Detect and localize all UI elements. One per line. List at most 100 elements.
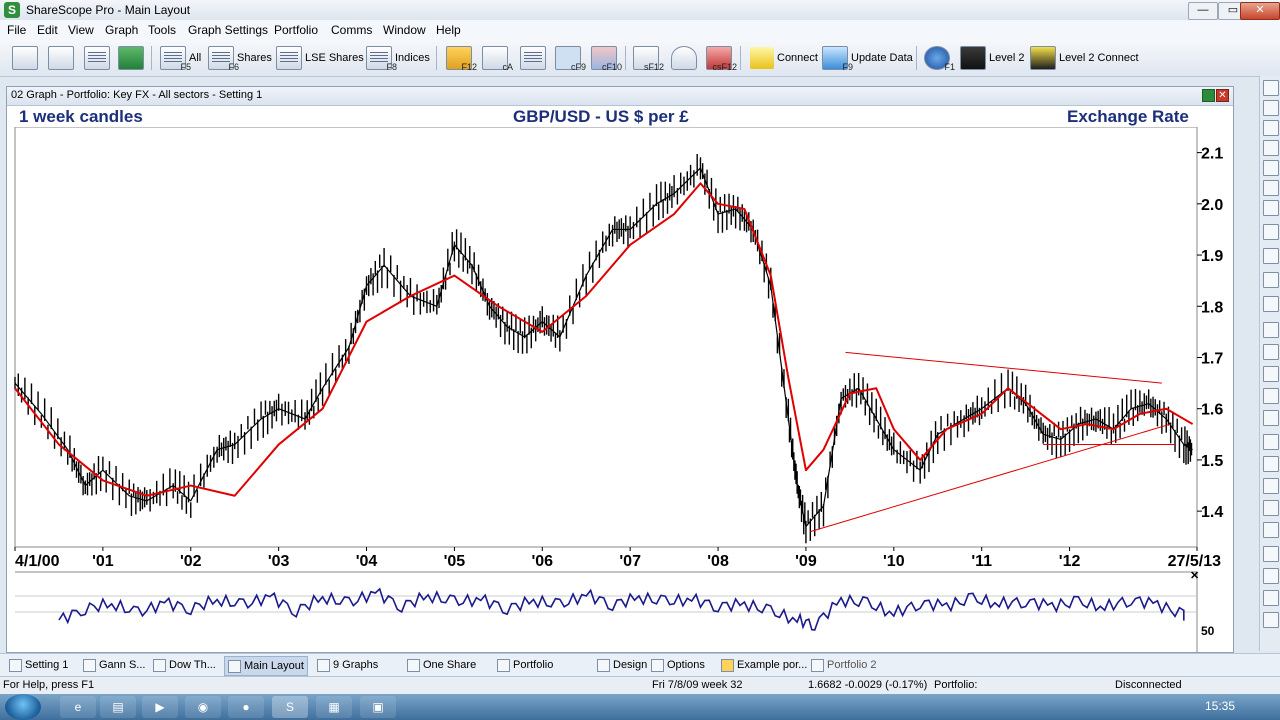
start-button[interactable] bbox=[5, 694, 41, 720]
side-tool-icon[interactable] bbox=[1263, 546, 1279, 562]
close-icon[interactable]: ✕ bbox=[1216, 89, 1229, 102]
bookmark-button[interactable]: F12 bbox=[446, 44, 477, 72]
add-button[interactable]: cA bbox=[482, 44, 513, 72]
side-tool-icon[interactable] bbox=[1263, 160, 1279, 176]
folder-icon[interactable]: ▤ bbox=[100, 696, 136, 718]
menu-portfolio[interactable]: Portfolio bbox=[274, 23, 318, 37]
menu-comms[interactable]: Comms bbox=[331, 23, 372, 37]
x-tick-label: '06 bbox=[531, 553, 553, 570]
y-tick-label: 1.9 bbox=[1201, 248, 1223, 265]
side-tool-icon[interactable] bbox=[1263, 200, 1279, 216]
side-tool-icon[interactable] bbox=[1263, 248, 1279, 264]
menu-file[interactable]: File bbox=[7, 23, 26, 37]
side-tool-icon[interactable] bbox=[1263, 296, 1279, 312]
tools-icon: sF12 bbox=[633, 46, 664, 72]
y-tick-label: 1.8 bbox=[1201, 299, 1223, 316]
side-tool-icon[interactable] bbox=[1263, 140, 1279, 156]
tab-gann[interactable]: Gann S... bbox=[80, 656, 148, 674]
side-tool-icon[interactable] bbox=[1263, 180, 1279, 196]
menu-graph[interactable]: Graph bbox=[105, 23, 138, 37]
shares-button[interactable]: F6 Shares bbox=[208, 44, 272, 72]
tab-example-portfolio[interactable]: Example por... bbox=[718, 656, 810, 674]
restore-icon[interactable] bbox=[1202, 89, 1215, 102]
indicator-close-icon[interactable]: ✕ bbox=[1190, 570, 1199, 582]
side-tool-icon[interactable] bbox=[1263, 410, 1279, 426]
menu-window[interactable]: Window bbox=[383, 23, 426, 37]
side-tool-icon[interactable] bbox=[1263, 388, 1279, 404]
side-tool-icon[interactable] bbox=[1263, 500, 1279, 516]
trendline bbox=[845, 351, 1162, 384]
menu-help[interactable]: Help bbox=[436, 23, 461, 37]
tab-design[interactable]: Design bbox=[594, 656, 650, 674]
tool-icon[interactable]: ▣ bbox=[360, 696, 396, 718]
new-window-button[interactable] bbox=[12, 44, 38, 72]
new-graph-button[interactable] bbox=[48, 44, 74, 72]
side-tool-icon[interactable] bbox=[1263, 224, 1279, 240]
alerts-button[interactable] bbox=[671, 44, 697, 72]
close-button[interactable]: ✕ bbox=[1240, 2, 1280, 20]
lse-shares-button[interactable]: LSE Shares bbox=[276, 44, 364, 72]
tab-options[interactable]: Options bbox=[648, 656, 708, 674]
ie-icon[interactable]: e bbox=[60, 696, 96, 718]
tools-button[interactable]: sF12 bbox=[633, 44, 664, 72]
indices-button[interactable]: F8 Indices bbox=[366, 44, 430, 72]
side-tool-icon[interactable] bbox=[1263, 272, 1279, 288]
minimize-button[interactable]: — bbox=[1188, 2, 1218, 20]
notes-icon[interactable]: ▦ bbox=[316, 696, 352, 718]
tab-setting-1[interactable]: Setting 1 bbox=[6, 656, 71, 674]
tab-one-share[interactable]: One Share bbox=[404, 656, 479, 674]
chart-grid bbox=[14, 127, 1198, 548]
sharescope-icon[interactable]: S bbox=[272, 696, 308, 718]
side-tool-icon[interactable] bbox=[1263, 100, 1279, 116]
menu-graph-settings[interactable]: Graph Settings bbox=[188, 23, 268, 37]
update-data-label: Update Data bbox=[851, 52, 913, 64]
tab-main-layout[interactable]: Main Layout bbox=[224, 656, 308, 676]
side-tool-icon[interactable] bbox=[1263, 478, 1279, 494]
side-tool-icon[interactable] bbox=[1263, 522, 1279, 538]
grid-icon bbox=[407, 658, 420, 672]
tab-dow-theory[interactable]: Dow Th... bbox=[150, 656, 219, 674]
side-tool-icon[interactable] bbox=[1263, 366, 1279, 382]
measure-label: Exchange Rate bbox=[1067, 107, 1189, 126]
side-tool-icon[interactable] bbox=[1263, 612, 1279, 628]
tab-portfolio[interactable]: Portfolio bbox=[494, 656, 556, 674]
table-view-button[interactable] bbox=[520, 44, 546, 72]
table-icon bbox=[520, 46, 546, 70]
indicator-line bbox=[58, 587, 1185, 631]
help-button[interactable]: F1 bbox=[924, 44, 955, 72]
graph-view-button[interactable]: cF9 bbox=[555, 44, 586, 72]
graph-title-bar: 02 Graph - Portfolio: Key FX - All secto… bbox=[7, 87, 1233, 106]
side-tool-icon[interactable] bbox=[1263, 322, 1279, 338]
document-button[interactable] bbox=[84, 44, 110, 72]
y-tick-label: 1.7 bbox=[1201, 350, 1223, 367]
side-tool-icon[interactable] bbox=[1263, 456, 1279, 472]
menu-edit[interactable]: Edit bbox=[37, 23, 58, 37]
status-date: Fri 7/8/09 week 32 bbox=[652, 679, 743, 691]
tab-portfolio-2[interactable]: Portfolio 2 bbox=[808, 656, 880, 674]
all-button[interactable]: F5 All bbox=[160, 44, 201, 72]
level2-connect-button[interactable]: Level 2 Connect bbox=[1030, 44, 1139, 72]
excel-export-button[interactable] bbox=[118, 44, 144, 72]
y-tick-label: 1.6 bbox=[1201, 402, 1223, 419]
side-tool-icon[interactable] bbox=[1263, 120, 1279, 136]
moving-average-series bbox=[14, 182, 1194, 497]
compare-graph-button[interactable]: cF10 bbox=[591, 44, 622, 72]
menu-tools[interactable]: Tools bbox=[148, 23, 176, 37]
media-player-icon[interactable]: ▶ bbox=[142, 696, 178, 718]
alarm-button[interactable]: csF12 bbox=[706, 44, 737, 72]
side-tool-icon[interactable] bbox=[1263, 434, 1279, 450]
side-tool-icon[interactable] bbox=[1263, 568, 1279, 584]
side-tool-icon[interactable] bbox=[1263, 344, 1279, 360]
side-tool-icon[interactable] bbox=[1263, 590, 1279, 606]
app-icon[interactable]: ● bbox=[228, 696, 264, 718]
level2-button[interactable]: Level 2 bbox=[960, 44, 1024, 72]
connect-label: Connect bbox=[777, 52, 818, 64]
connect-button[interactable]: Connect bbox=[750, 44, 818, 72]
tab-9-graphs[interactable]: 9 Graphs bbox=[314, 656, 381, 674]
candle-period-label: 1 week candles bbox=[19, 107, 143, 126]
chrome-icon[interactable]: ◉ bbox=[185, 696, 221, 718]
price-chart[interactable]: 1.4 1.5 1.6 1.7 1.8 1.9 2.0 2.1 4/1/00 '01 '02 '03… bbox=[7, 127, 1233, 652]
update-data-button[interactable]: F9 Update Data bbox=[822, 44, 913, 72]
side-tool-icon[interactable] bbox=[1263, 80, 1279, 96]
menu-view[interactable]: View bbox=[68, 23, 94, 37]
